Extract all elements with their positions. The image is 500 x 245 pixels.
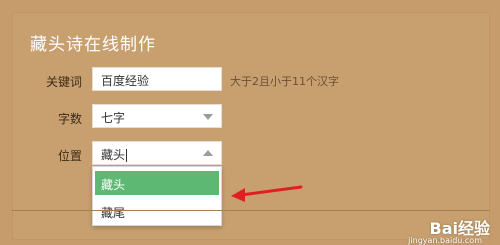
- dropdown-option-cangtou[interactable]: 藏头: [95, 171, 219, 195]
- count-select-value: 七字: [101, 111, 126, 125]
- position-select-value: 藏头: [101, 148, 126, 162]
- position-dropdown: 藏头 藏尾: [92, 166, 222, 226]
- dropdown-option-cangwei[interactable]: 藏尾: [95, 199, 219, 223]
- chevron-up-icon: [203, 150, 213, 156]
- red-arrow-annotation: [231, 185, 303, 202]
- count-label: 字数: [57, 112, 82, 126]
- text-cursor: [126, 149, 128, 162]
- keyword-hint: 大于2且小于11个汉字: [230, 75, 339, 88]
- chevron-down-icon: [203, 114, 213, 120]
- baidu-url: jingyan.baidu.com: [408, 236, 482, 245]
- position-select[interactable]: 藏头: [92, 141, 222, 165]
- keyword-label: 关键词: [45, 75, 82, 89]
- keyword-input[interactable]: 百度经验: [92, 67, 222, 91]
- page-title: 藏头诗在线制作: [30, 35, 156, 55]
- position-label: 位置: [57, 149, 82, 163]
- count-select[interactable]: 七字: [92, 104, 222, 128]
- keyword-input-value: 百度经验: [101, 74, 150, 88]
- form-divider: [12, 210, 490, 211]
